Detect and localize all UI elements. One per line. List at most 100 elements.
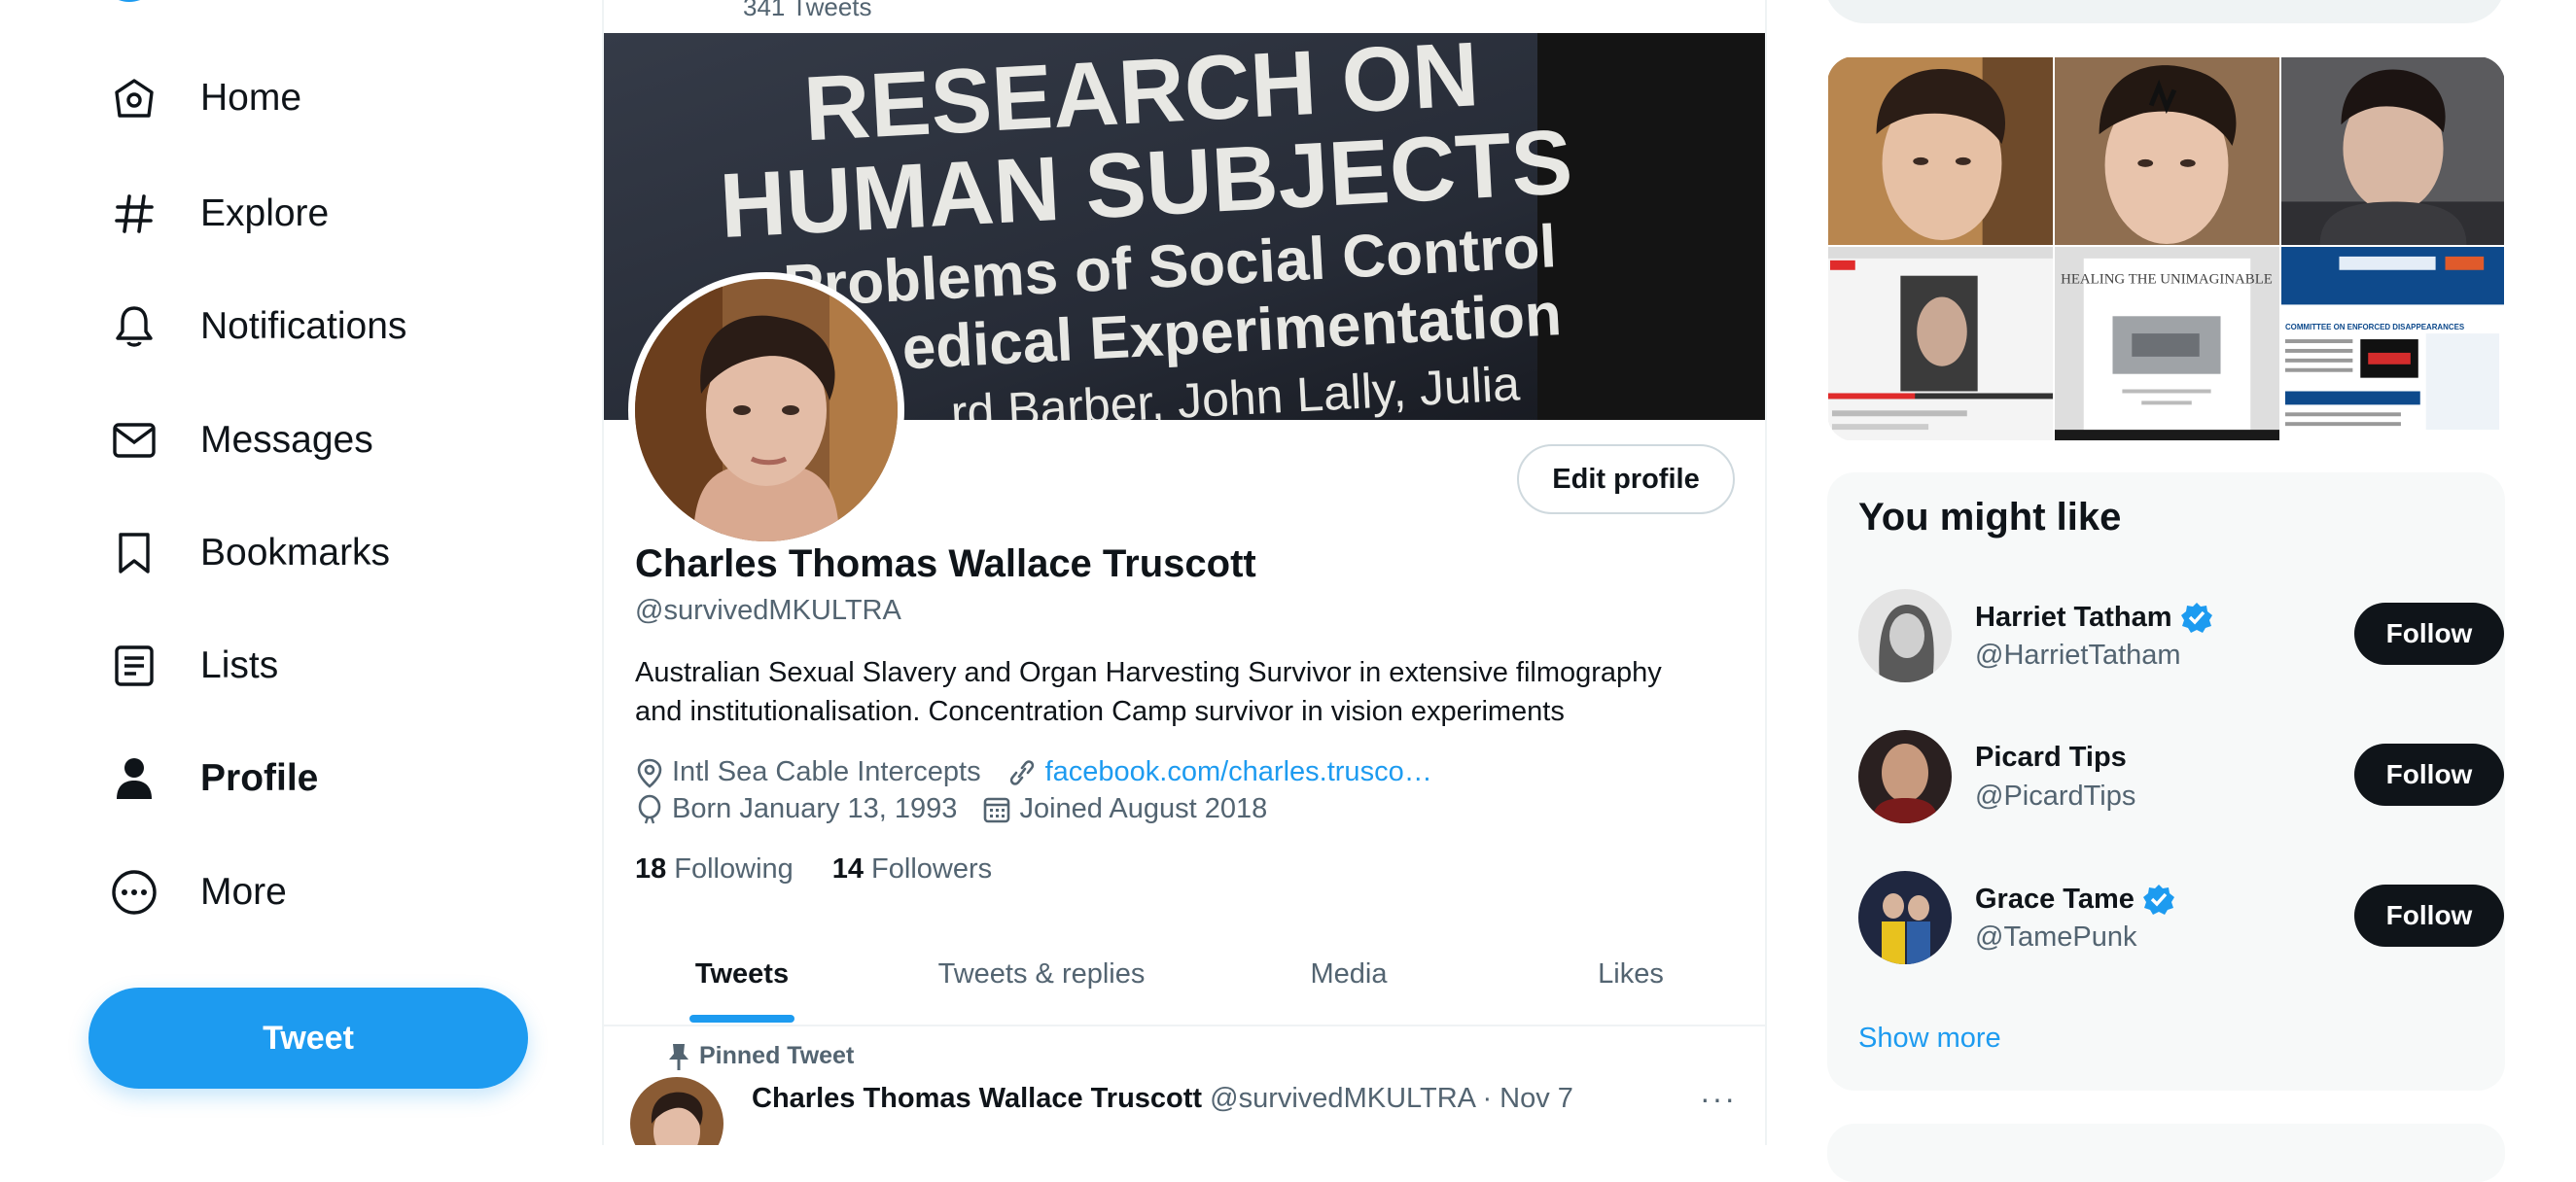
suggested-account[interactable]: Picard Tips @PicardTips Follow xyxy=(1858,730,2504,827)
nav-more[interactable]: More xyxy=(107,853,287,931)
following-label: Following xyxy=(674,853,794,885)
bell-icon xyxy=(107,299,161,354)
nav-explore-label: Explore xyxy=(200,192,330,234)
avatar-harriet xyxy=(1858,589,1952,682)
avatar[interactable] xyxy=(1858,589,1952,682)
calendar-icon xyxy=(984,797,1010,822)
bookmark-icon xyxy=(107,526,161,580)
media-thumb-2[interactable] xyxy=(2054,56,2280,246)
nav-messages[interactable]: Messages xyxy=(107,401,373,479)
tweet-button[interactable]: Tweet xyxy=(88,988,528,1089)
nav-messages-label: Messages xyxy=(200,419,373,461)
left-navigation: Home Explore Notifications Messages Book… xyxy=(0,0,603,1145)
nav-home-label: Home xyxy=(200,77,302,119)
edit-profile-button[interactable]: Edit profile xyxy=(1517,444,1735,514)
media-thumb-1[interactable] xyxy=(1827,56,2054,246)
nav-lists-label: Lists xyxy=(200,644,279,686)
avatar-photo xyxy=(635,279,898,541)
account-handle: @PicardTips xyxy=(1975,781,2136,812)
profile-avatar[interactable] xyxy=(628,272,904,548)
twitter-logo-icon[interactable] xyxy=(99,0,159,8)
tweet-author-name[interactable]: Charles Thomas Wallace Truscott xyxy=(752,1083,1202,1114)
media-thumb-4[interactable] xyxy=(1827,246,2054,441)
media-photo-selfie-mark xyxy=(2055,57,2279,245)
profile-meta-row-2: Born January 13, 1993 Joined August 2018 xyxy=(635,793,1292,825)
nav-notifications[interactable]: Notifications xyxy=(107,288,406,365)
nav-lists[interactable]: Lists xyxy=(107,627,278,705)
more-circle-icon xyxy=(107,865,161,920)
website-link[interactable]: facebook.com/charles.trusco… xyxy=(1045,756,1432,788)
tweet-more-icon[interactable]: ··· xyxy=(1700,1081,1737,1117)
nav-profile[interactable]: Profile xyxy=(107,740,318,817)
show-more-link[interactable]: Show more xyxy=(1858,1023,2001,1055)
follow-button[interactable]: Follow xyxy=(2354,744,2504,806)
tweet-avatar-photo xyxy=(630,1077,723,1145)
follow-button[interactable]: Follow xyxy=(2354,603,2504,665)
home-icon xyxy=(107,71,161,125)
profile-column: 341 Tweets RESEARCH ON HUMAN SUBJECTS Pr… xyxy=(602,0,1767,1145)
tweet-author-meta: @survivedMKULTRA · Nov 7 xyxy=(1210,1083,1573,1114)
joined-text: Joined August 2018 xyxy=(1019,793,1268,824)
search-bar[interactable] xyxy=(1824,0,2505,23)
avatar[interactable] xyxy=(1858,730,1952,823)
verified-badge-icon xyxy=(2142,885,2174,915)
account-name: Picard Tips xyxy=(1975,742,2127,774)
account-name: Harriet Tatham xyxy=(1975,601,2213,634)
media-photo-selfie xyxy=(1828,57,2053,245)
profile-birthday: Born January 13, 1993 xyxy=(635,793,957,825)
location-pin-icon xyxy=(637,758,662,788)
profile-website[interactable]: facebook.com/charles.trusco… xyxy=(1006,756,1432,788)
media-screenshot-video xyxy=(1828,247,2053,440)
avatar-grace xyxy=(1858,871,1952,964)
followers-label: Followers xyxy=(871,853,993,885)
profile-joined: Joined August 2018 xyxy=(982,793,1267,825)
media-screenshot-web: COMMITTEE ON ENFORCED DISAPPEARANCES xyxy=(2281,247,2504,440)
profile-handle: @survivedMKULTRA xyxy=(635,595,901,626)
tab-likes[interactable]: Likes xyxy=(1495,923,1765,1025)
tweet-author-avatar[interactable] xyxy=(630,1077,723,1145)
avatar[interactable] xyxy=(1858,871,1952,964)
verified-badge-icon xyxy=(2180,603,2212,633)
followers-link[interactable]: 14 Followers xyxy=(832,853,992,886)
profile-name: Charles Thomas Wallace Truscott xyxy=(635,542,1256,585)
account-name-text: Harriet Tatham xyxy=(1975,601,2172,633)
nav-bookmarks-label: Bookmarks xyxy=(200,532,391,574)
trends-card xyxy=(1827,1124,2505,1182)
account-handle: @TamePunk xyxy=(1975,921,2137,953)
media-thumb-3[interactable] xyxy=(2280,56,2505,246)
account-name-text: Picard Tips xyxy=(1975,742,2127,773)
list-icon xyxy=(107,639,161,693)
account-name: Grace Tame xyxy=(1975,883,2175,916)
following-count: 18 xyxy=(635,853,667,885)
bio-line-1: Australian Sexual Slavery and Organ Harv… xyxy=(635,657,1662,688)
nav-home[interactable]: Home xyxy=(107,59,301,137)
link-icon xyxy=(1009,759,1034,785)
followers-count: 14 xyxy=(831,853,865,885)
account-name-text: Grace Tame xyxy=(1975,883,2135,915)
bio-line-2: and institutionalisation. Concentration … xyxy=(635,696,1565,727)
suggested-account[interactable]: Grace Tame @TamePunk Follow xyxy=(1858,871,2504,968)
tab-media[interactable]: Media xyxy=(1203,923,1495,1025)
balloon-icon xyxy=(638,794,661,823)
pinned-tweet-header: Charles Thomas Wallace Truscott @survive… xyxy=(752,1083,1573,1115)
avatar-picard xyxy=(1858,730,1952,823)
following-link[interactable]: 18 Following xyxy=(635,853,794,886)
who-to-follow-title: You might like xyxy=(1858,496,2122,539)
envelope-icon xyxy=(107,413,161,468)
nav-explore[interactable]: Explore xyxy=(107,175,329,253)
who-to-follow-card: You might like Harriet Tatham @HarrietTa… xyxy=(1827,472,2505,1091)
person-icon xyxy=(107,751,161,806)
nav-bookmarks[interactable]: Bookmarks xyxy=(107,514,390,592)
follow-button[interactable]: Follow xyxy=(2354,885,2504,947)
nav-profile-label: Profile xyxy=(200,757,319,799)
suggested-account[interactable]: Harriet Tatham @HarrietTatham Follow xyxy=(1858,589,2504,686)
media-photo-selfie-dark xyxy=(2281,57,2504,245)
pinned-text: Pinned Tweet xyxy=(699,1042,855,1069)
profile-media-preview: HEALING THE UNIMAGINABLE COMMITTEE ON EN… xyxy=(1827,56,2505,441)
media-thumb-6[interactable]: COMMITTEE ON ENFORCED DISAPPEARANCES xyxy=(2280,246,2505,441)
tab-tweets-replies[interactable]: Tweets & replies xyxy=(880,923,1203,1025)
profile-bio: Australian Sexual Slavery and Organ Harv… xyxy=(635,653,1744,731)
hashtag-icon xyxy=(107,187,161,241)
tab-tweets[interactable]: Tweets xyxy=(604,923,880,1025)
media-thumb-5[interactable]: HEALING THE UNIMAGINABLE xyxy=(2054,246,2280,441)
